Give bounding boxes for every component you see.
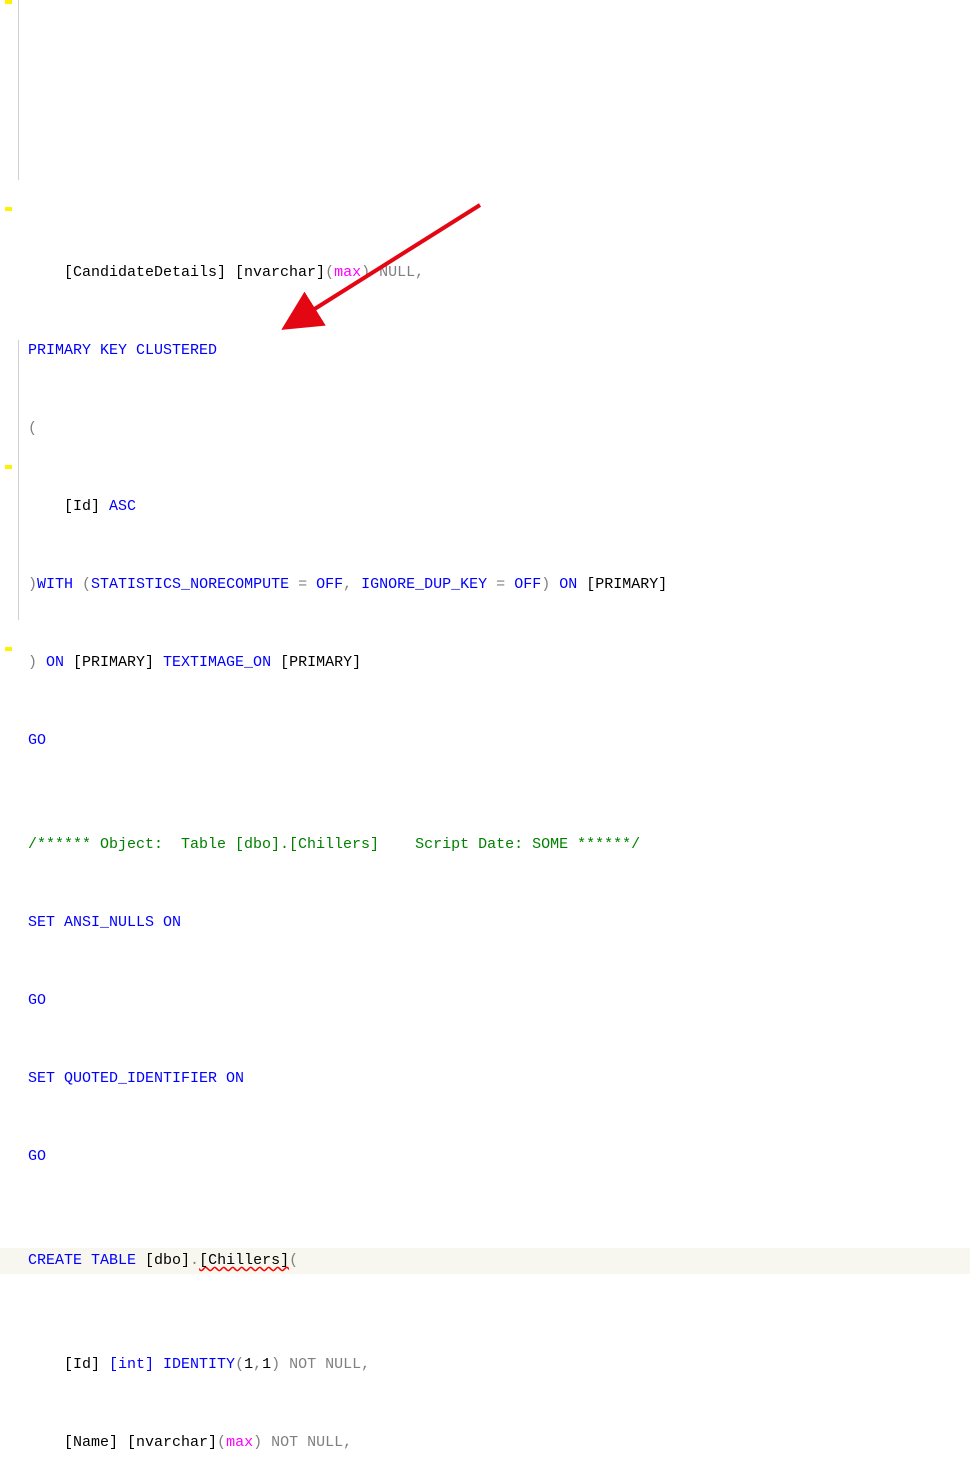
- code-line[interactable]: PRIMARY KEY CLUSTERED: [28, 338, 970, 364]
- code-line[interactable]: SET ANSI_NULLS ON: [28, 910, 970, 936]
- code-line[interactable]: [Name] [nvarchar](max) NOT NULL,: [28, 1430, 970, 1456]
- code-line[interactable]: GO: [28, 988, 970, 1014]
- code-line[interactable]: GO: [28, 1144, 970, 1170]
- create-table-line[interactable]: -CREATE TABLE [dbo].[Chillers](: [0, 1248, 970, 1274]
- code-line[interactable]: )WITH (STATISTICS_NORECOMPUTE = OFF, IGN…: [28, 572, 970, 598]
- code-line[interactable]: GO: [28, 728, 970, 754]
- code-line[interactable]: ) ON [PRIMARY] TEXTIMAGE_ON [PRIMARY]: [28, 650, 970, 676]
- code-line[interactable]: [Id] [int] IDENTITY(1,1) NOT NULL,: [28, 1352, 970, 1378]
- margin-gutter: [0, 0, 15, 1478]
- code-line[interactable]: SET QUOTED_IDENTIFIER ON: [28, 1066, 970, 1092]
- code-line[interactable]: (: [28, 416, 970, 442]
- table-name-chillers: [Chillers]: [199, 1252, 289, 1269]
- code-line[interactable]: /****** Object: Table [dbo].[Chillers] S…: [28, 832, 970, 858]
- code-area[interactable]: [CandidateDetails] [nvarchar](max) NULL,…: [28, 208, 970, 1478]
- sql-editor[interactable]: [CandidateDetails] [nvarchar](max) NULL,…: [0, 0, 970, 1478]
- code-line[interactable]: [Id] ASC: [28, 494, 970, 520]
- code-line[interactable]: [CandidateDetails] [nvarchar](max) NULL,: [28, 260, 970, 286]
